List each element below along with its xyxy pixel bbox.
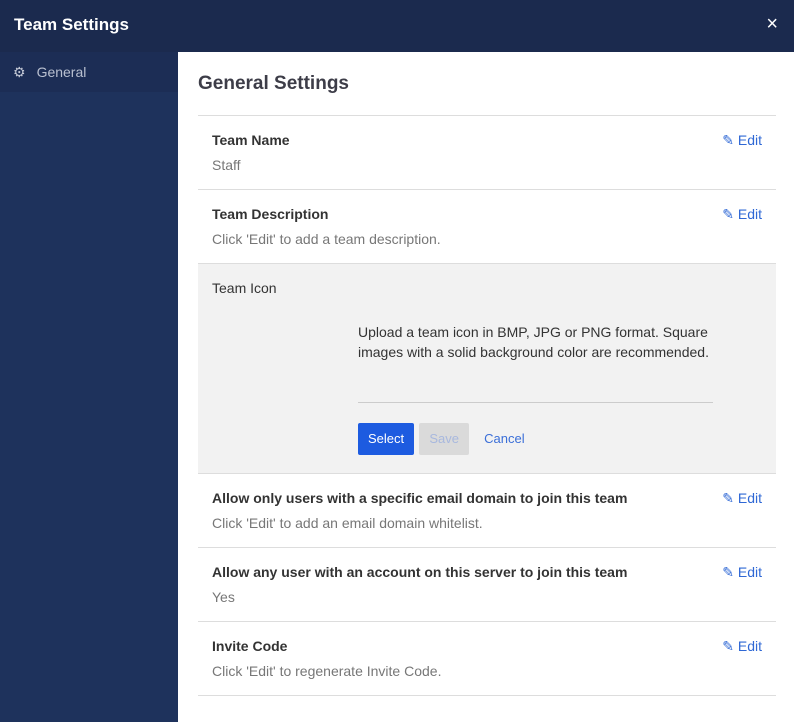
save-button[interactable]: Save bbox=[419, 423, 470, 455]
edit-button[interactable]: ✎ Edit bbox=[722, 132, 762, 149]
cancel-button[interactable]: Cancel bbox=[474, 423, 534, 455]
section-label: Team Description bbox=[212, 206, 329, 222]
modal-header: Team Settings × bbox=[0, 0, 794, 52]
pencil-icon: ✎ bbox=[722, 564, 734, 580]
section-label: Allow only users with a specific email d… bbox=[212, 490, 628, 506]
email-domain-section: Allow only users with a specific email d… bbox=[198, 473, 776, 547]
page-title: General Settings bbox=[198, 73, 349, 94]
edit-label: Edit bbox=[737, 564, 762, 580]
edit-label: Edit bbox=[737, 206, 762, 222]
edit-button[interactable]: ✎ Edit bbox=[722, 564, 762, 581]
section-value: Click 'Edit' to add a team description. bbox=[212, 231, 441, 247]
section-value: Click 'Edit' to regenerate Invite Code. bbox=[212, 663, 442, 679]
section-label: Team Icon bbox=[212, 280, 277, 296]
section-label: Allow any user with an account on this s… bbox=[212, 564, 628, 580]
edit-label: Edit bbox=[737, 638, 762, 654]
open-invite-section: Allow any user with an account on this s… bbox=[198, 547, 776, 621]
edit-label: Edit bbox=[737, 490, 762, 506]
modal-title: Team Settings bbox=[14, 15, 129, 34]
section-label: Invite Code bbox=[212, 638, 288, 654]
pencil-icon: ✎ bbox=[722, 206, 734, 222]
edit-button[interactable]: ✎ Edit bbox=[722, 206, 762, 223]
edit-label: Edit bbox=[737, 132, 762, 148]
pencil-icon: ✎ bbox=[722, 490, 734, 506]
invite-code-section: Invite Code Click 'Edit' to regenerate In… bbox=[198, 621, 776, 695]
team-icon-section: Team Icon Upload a team icon in BMP, JPG… bbox=[198, 263, 776, 473]
main-content: General Settings Team Name Staff ✎ Edit Te… bbox=[178, 52, 794, 722]
pencil-icon: ✎ bbox=[722, 638, 734, 654]
team-description-section: Team Description Click 'Edit' to add a te… bbox=[198, 189, 776, 263]
section-label: Team Name bbox=[212, 132, 290, 148]
section-value: Yes bbox=[212, 589, 235, 605]
divider bbox=[358, 402, 713, 403]
sidebar: ⚙ General bbox=[0, 52, 178, 722]
help-text: Upload a team icon in BMP, JPG or PNG fo… bbox=[358, 324, 709, 360]
team-name-section: Team Name Staff ✎ Edit bbox=[198, 115, 776, 189]
pencil-icon: ✎ bbox=[722, 132, 734, 148]
gear-icon: ⚙ bbox=[13, 63, 26, 80]
section-value: Staff bbox=[212, 157, 241, 173]
section-value: Click 'Edit' to add an email domain whit… bbox=[212, 515, 483, 531]
edit-button[interactable]: ✎ Edit bbox=[722, 490, 762, 507]
edit-button[interactable]: ✎ Edit bbox=[722, 638, 762, 655]
divider bbox=[198, 695, 776, 696]
sidebar-item-label: General bbox=[36, 64, 87, 80]
sidebar-item-general[interactable]: ⚙ General bbox=[0, 52, 178, 92]
close-button[interactable]: × bbox=[766, 13, 778, 36]
select-button[interactable]: Select bbox=[358, 423, 415, 455]
